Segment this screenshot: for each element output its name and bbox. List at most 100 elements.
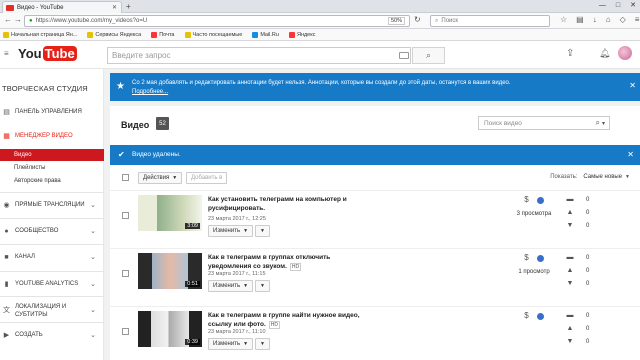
upload-icon[interactable]: ⇪: [566, 48, 574, 59]
video-title-text[interactable]: Как в телеграмм в группе найти нужное ви…: [208, 312, 360, 328]
new-tab-icon[interactable]: +: [126, 2, 131, 11]
public-globe-icon[interactable]: [536, 254, 544, 262]
bookmark-label: Начальная страница Ян...: [11, 31, 78, 38]
banner-text-block: Со 2 мая добавлять и редактировать аннот…: [132, 79, 602, 97]
sidebar-section[interactable]: ◉ ПРЯМЫЕ ТРАНСЛЯЦИИ ⌄: [0, 198, 104, 212]
video-checkbox[interactable]: [122, 270, 129, 277]
close-window-icon[interactable]: ✕: [630, 1, 636, 9]
video-checkbox[interactable]: [122, 328, 129, 335]
sidebar-item[interactable]: ▦ МЕНЕДЖЕР ВИДЕО: [0, 129, 104, 143]
more-button[interactable]: ▼: [255, 338, 270, 350]
sidebar-subitem[interactable]: Видео: [0, 149, 104, 161]
more-button[interactable]: ▼: [255, 280, 270, 292]
video-thumbnail[interactable]: 0:39: [138, 311, 202, 347]
guide-menu-icon[interactable]: ≡: [4, 50, 12, 58]
sidebar-item[interactable]: ▤ ПАНЕЛЬ УПРАВЛЕНИЯ: [0, 105, 104, 119]
thumbs-down-icon: ▼: [566, 280, 574, 287]
pocket-icon[interactable]: ◇: [620, 15, 626, 24]
sidebar-divider: [0, 218, 104, 219]
count-comments: 0: [586, 312, 590, 319]
video-title[interactable]: Как в телеграмм в группах отключить увед…: [208, 253, 368, 272]
address-bar[interactable]: ● https://www.youtube.com/my_videos?o=U …: [24, 15, 410, 27]
bookmark-item[interactable]: Яндекс: [288, 31, 315, 38]
bookmark-item[interactable]: Часто посещаемые: [184, 31, 242, 38]
video-thumbnail[interactable]: 3:09: [138, 195, 202, 231]
chevron-down-icon[interactable]: ⌄: [90, 201, 96, 209]
actions-label: Действия: [143, 175, 170, 181]
video-title[interactable]: Как в телеграмм в группе найти нужное ви…: [208, 311, 368, 330]
video-title[interactable]: Как установить телеграмм на компьютер и …: [208, 195, 368, 213]
bookmark-item[interactable]: Начальная страница Ян...: [3, 31, 78, 38]
checkmark-icon: ✔: [118, 150, 125, 159]
video-title-text[interactable]: Как установить телеграмм на компьютер и …: [208, 196, 347, 212]
banner-learn-more-link[interactable]: Подробнее...: [132, 89, 168, 95]
search-icon[interactable]: ⌕: [596, 118, 600, 128]
menu-icon[interactable]: ≡: [635, 15, 640, 24]
comment-icon: ▬: [566, 254, 574, 261]
count-likes: 0: [586, 267, 590, 274]
chevron-down-icon[interactable]: ▾: [602, 120, 605, 127]
youtube-logo[interactable]: You Tube: [18, 46, 77, 61]
edit-button[interactable]: Изменить ▼: [208, 225, 254, 237]
sidebar-subitem[interactable]: Плейлисты: [0, 162, 104, 174]
sidebar-section[interactable]: ■ КАНАЛ ⌄: [0, 250, 104, 264]
chevron-down-icon[interactable]: ⌄: [90, 227, 96, 235]
more-button[interactable]: ▼: [255, 225, 270, 237]
bookmark-item[interactable]: Почта: [151, 31, 175, 38]
count-dislikes: 0: [586, 222, 590, 229]
zoom-level[interactable]: 50%: [387, 17, 405, 25]
public-globe-icon[interactable]: [536, 312, 544, 320]
sidebar-subitem[interactable]: Авторские права: [0, 175, 104, 187]
reading-list-icon[interactable]: ▤: [576, 15, 584, 24]
chevron-down-icon[interactable]: ⌄: [90, 253, 96, 261]
video-manager-icon: ▦: [3, 133, 10, 140]
edit-button[interactable]: Изменить ▼: [208, 280, 254, 292]
browser-tab[interactable]: Видео - YouTube ✕: [2, 1, 122, 13]
close-icon[interactable]: ✕: [629, 81, 636, 90]
forward-icon[interactable]: →: [14, 15, 22, 24]
chevron-down-icon[interactable]: ⌄: [90, 331, 96, 339]
download-icon[interactable]: ↓: [593, 15, 597, 24]
monetization-dollar-icon[interactable]: $: [524, 195, 528, 204]
chevron-down-icon: ▼: [625, 174, 630, 180]
browser-search-field[interactable]: ⌕ Поиск: [430, 15, 550, 27]
sidebar-section[interactable]: 文 ЛОКАЛИЗАЦИЯ И СУБТИТРЫ ⌄: [0, 302, 104, 320]
sidebar-section[interactable]: ● СООБЩЕСТВО ⌄: [0, 224, 104, 238]
video-title-text[interactable]: Как в телеграмм в группах отключить увед…: [208, 254, 330, 270]
monetization-dollar-icon[interactable]: $: [524, 311, 528, 320]
browser-navbar: ← → ● https://www.youtube.com/my_videos?…: [0, 13, 640, 29]
chevron-down-icon[interactable]: ⌄: [90, 307, 96, 315]
close-icon[interactable]: ✕: [627, 150, 634, 159]
star-icon[interactable]: ☆: [560, 15, 567, 24]
deleted-notice: ✔ Видео удалены. ✕: [110, 145, 640, 165]
minimize-icon[interactable]: —: [599, 2, 606, 9]
edit-button[interactable]: Изменить ▼: [208, 338, 254, 350]
actions-button[interactable]: Действия ▼: [138, 172, 183, 184]
keyboard-icon[interactable]: [399, 52, 409, 59]
back-icon[interactable]: ←: [4, 15, 12, 24]
close-tab-icon[interactable]: ✕: [112, 4, 117, 11]
bookmark-item[interactable]: Mail.Ru: [252, 31, 279, 38]
video-search-input[interactable]: Поиск видео ⌕ ▾: [478, 116, 610, 130]
sort-dropdown[interactable]: Самые новые ▼: [583, 174, 630, 180]
maximize-icon[interactable]: □: [616, 2, 620, 9]
sidebar-section[interactable]: ▮ YOUTUBE ANALYTICS ⌄: [0, 277, 104, 291]
public-globe-icon[interactable]: [536, 196, 544, 204]
bookmark-item[interactable]: Сервисы Яндекса: [87, 31, 141, 38]
add-to-button[interactable]: Добавить в: [186, 172, 228, 184]
videos-toolbar: Действия ▼ Добавить в Показать: Самые но…: [110, 165, 640, 191]
search-button[interactable]: ⌕: [412, 47, 445, 64]
avatar[interactable]: [618, 46, 632, 60]
sidebar-section[interactable]: ▶ СОЗДАТЬ ⌄: [0, 328, 104, 342]
select-all-checkbox[interactable]: [122, 174, 129, 181]
home-icon[interactable]: ⌂: [606, 15, 611, 24]
search-input[interactable]: Введите запрос: [107, 47, 411, 64]
video-thumbnail[interactable]: 0:51: [138, 253, 202, 289]
monetization-dollar-icon[interactable]: $: [524, 253, 528, 262]
reload-icon[interactable]: ↻: [414, 15, 421, 24]
sidebar-divider: [0, 296, 104, 297]
notifications-bell-icon[interactable]: 🔔︎: [599, 48, 610, 59]
video-checkbox[interactable]: [122, 212, 129, 219]
chevron-down-icon[interactable]: ⌄: [90, 280, 96, 288]
sidebar-divider: [0, 322, 104, 323]
